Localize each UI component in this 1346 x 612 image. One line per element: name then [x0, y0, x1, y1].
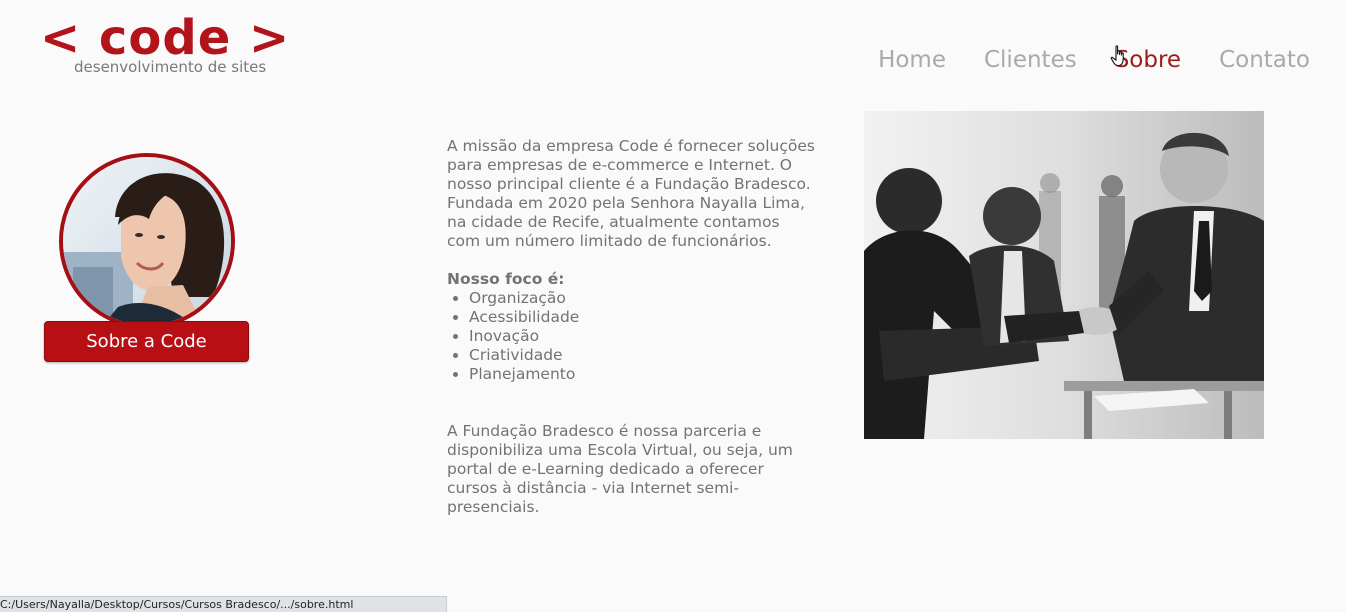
focus-title: Nosso foco é:	[447, 270, 565, 288]
nav-item-contato[interactable]: Contato	[1219, 44, 1310, 76]
business-handshake-photo	[864, 111, 1264, 439]
mission-paragraph: A missão da empresa Code é fornecer solu…	[447, 137, 815, 250]
about-content: A missão da empresa Code é fornecer solu…	[447, 137, 817, 517]
list-item: Organização	[469, 289, 817, 308]
main-nav: Home Clientes Sobre Contato	[878, 44, 1310, 76]
nav-item-home[interactable]: Home	[878, 44, 946, 76]
nav-item-clientes[interactable]: Clientes	[984, 44, 1077, 76]
list-item: Inovação	[469, 327, 817, 346]
logo-tagline: desenvolvimento de sites	[74, 58, 267, 76]
list-item: Acessibilidade	[469, 308, 817, 327]
partner-paragraph: A Fundação Bradesco é nossa parceria e d…	[447, 422, 793, 516]
page: < code > desenvolvimento de sites Home C…	[0, 0, 1346, 612]
profile-photo	[59, 153, 235, 329]
focus-list: Organização Acessibilidade Inovação Cria…	[447, 289, 817, 384]
list-item: Criatividade	[469, 346, 817, 365]
hand-pointer-icon	[1110, 45, 1124, 67]
browser-status-bar: C:/Users/Nayalla/Desktop/Cursos/Cursos B…	[0, 596, 447, 612]
about-code-button[interactable]: Sobre a Code	[44, 321, 249, 362]
list-item: Planejamento	[469, 365, 817, 384]
logo[interactable]: < code > desenvolvimento de sites	[40, 8, 289, 82]
